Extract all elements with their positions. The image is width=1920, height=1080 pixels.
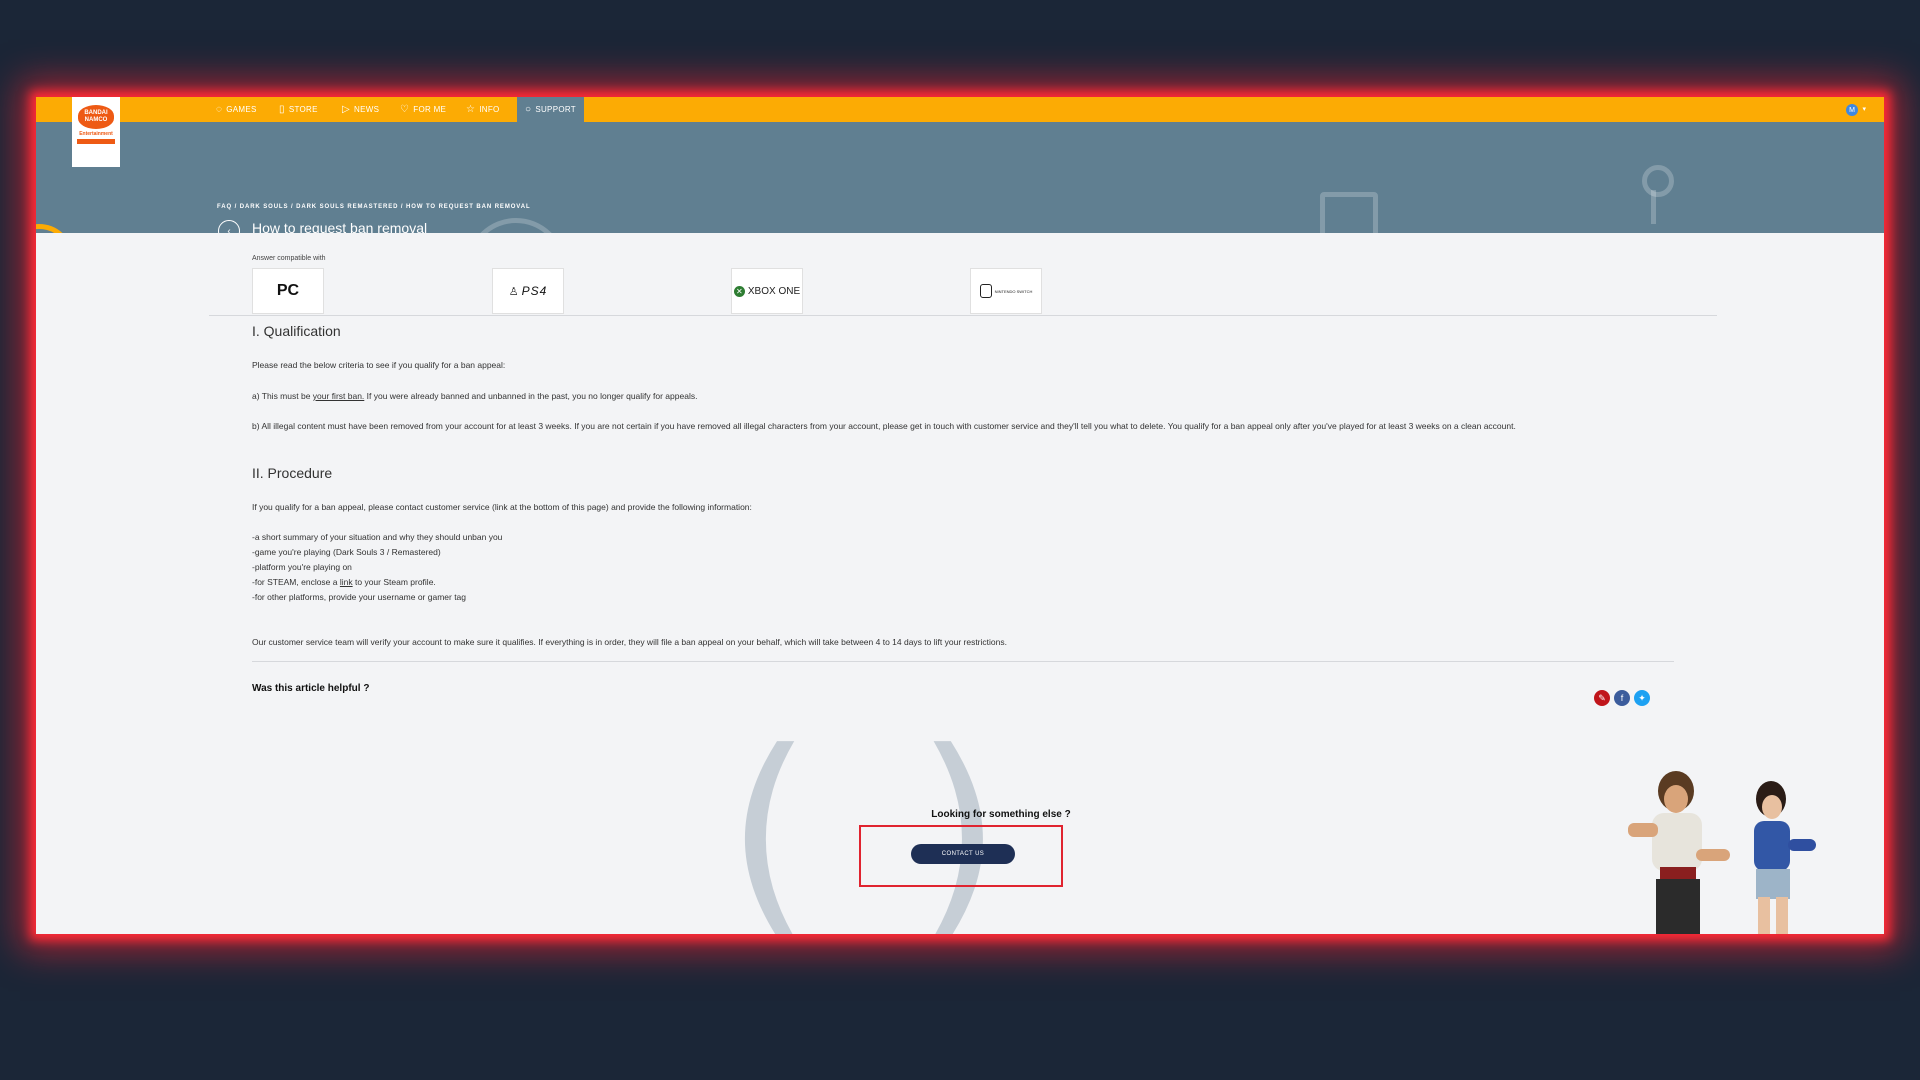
back-button[interactable]: ‹ xyxy=(218,220,240,233)
logo-bar xyxy=(77,139,115,144)
user-avatar[interactable]: M xyxy=(1846,104,1858,116)
nav-for-me-label: FOR ME xyxy=(413,105,447,114)
platform-ps4: ♙ PS4 xyxy=(492,268,564,314)
top-navigation: ◌ GAMES ▯ STORE ▷ NEWS ♡ FOR ME ☆ INFO ○… xyxy=(36,97,1884,122)
qualification-criterion-a: a) This must be your first ban. If you w… xyxy=(252,391,698,401)
link-icon: ✎ xyxy=(1598,692,1606,703)
platform-xbox-one: ✕ XBOX ONE xyxy=(731,268,803,314)
procedure-intro: If you qualify for a ban appeal, please … xyxy=(252,502,752,512)
nav-games-label: GAMES xyxy=(226,105,257,114)
character-female xyxy=(1754,781,1816,934)
section-qualification-title: I. Qualification xyxy=(252,323,341,339)
compat-label: Answer compatible with xyxy=(252,255,326,262)
platform-switch: NINTENDO SWITCH xyxy=(970,268,1042,314)
ps4-logo: PS4 xyxy=(521,284,548,298)
xbox-icon: ✕ xyxy=(733,285,745,297)
store-icon: ▯ xyxy=(279,103,285,115)
breadcrumb[interactable]: FAQ / DARK SOULS / DARK SOULS REMASTERED… xyxy=(217,204,531,210)
looking-for-something-else: Looking for something else ? xyxy=(931,809,1071,820)
star-icon: ☆ xyxy=(466,103,476,115)
games-icon: ◌ xyxy=(216,103,223,115)
share-link-button[interactable]: ✎ xyxy=(1594,690,1610,706)
xbox-one-logo: XBOX ONE xyxy=(747,285,801,297)
share-twitter-button[interactable]: ✦ xyxy=(1634,690,1650,706)
decorative-arc xyxy=(1878,224,1884,233)
decorative-arc xyxy=(36,224,74,233)
chevron-down-icon[interactable]: ▾ xyxy=(1862,105,1866,113)
platform-pc: PC xyxy=(252,268,324,314)
decorative-arc xyxy=(466,218,566,233)
browser-viewport: ◌ GAMES ▯ STORE ▷ NEWS ♡ FOR ME ☆ INFO ○… xyxy=(36,97,1884,934)
heart-icon: ♡ xyxy=(400,103,410,115)
first-ban-link[interactable]: your first ban. xyxy=(313,391,365,401)
nav-info[interactable]: ☆ INFO xyxy=(466,97,500,122)
logo-badge: BANDAI NAMCO xyxy=(78,105,114,129)
nav-support-label: SUPPORT xyxy=(535,105,576,114)
procedure-item: -for STEAM, enclose a link to your Steam… xyxy=(252,577,436,587)
page-header: FAQ / DARK SOULS / DARK SOULS REMASTERED… xyxy=(36,122,1884,233)
share-facebook-button[interactable]: f xyxy=(1614,690,1630,706)
nav-for-me[interactable]: ♡ FOR ME xyxy=(400,97,446,122)
decorative-joystick-stick xyxy=(1651,190,1656,224)
nav-news[interactable]: ▷ NEWS xyxy=(342,97,379,122)
support-icon: ○ xyxy=(525,103,532,115)
chevron-left-icon: ‹ xyxy=(227,225,231,234)
nav-games[interactable]: ◌ GAMES xyxy=(216,97,257,122)
steam-profile-link[interactable]: link xyxy=(340,577,353,587)
nav-store[interactable]: ▯ STORE xyxy=(279,97,318,122)
character-male xyxy=(1628,771,1730,934)
page-title: How to request ban removal xyxy=(252,220,428,233)
procedure-item: -a short summary of your situation and w… xyxy=(252,532,503,542)
bandai-namco-logo[interactable]: BANDAI NAMCO Entertainment xyxy=(72,97,120,167)
contact-us-button[interactable]: CONTACT US xyxy=(911,844,1015,864)
procedure-item: -game you're playing (Dark Souls 3 / Rem… xyxy=(252,547,441,557)
decorative-joystick-icon xyxy=(1642,165,1674,197)
tekken-characters-image xyxy=(1628,771,1816,934)
qualification-intro: Please read the below criteria to see if… xyxy=(252,360,506,370)
switch-icon xyxy=(979,284,992,298)
news-icon: ▷ xyxy=(342,103,350,115)
nav-support[interactable]: ○ SUPPORT xyxy=(517,97,584,122)
qualification-criterion-b: b) All illegal content must have been re… xyxy=(252,421,1516,431)
logo-subtitle: Entertainment xyxy=(79,131,113,137)
facebook-icon: f xyxy=(1620,693,1624,703)
section-procedure-title: II. Procedure xyxy=(252,465,333,481)
nav-info-label: INFO xyxy=(479,105,500,114)
divider xyxy=(252,661,1674,662)
twitter-icon: ✦ xyxy=(1638,692,1646,703)
procedure-item: -platform you're playing on xyxy=(252,562,352,572)
helpful-question: Was this article helpful ? xyxy=(252,683,370,694)
procedure-item: -for other platforms, provide your usern… xyxy=(252,592,467,602)
nav-store-label: STORE xyxy=(288,105,318,114)
nav-news-label: NEWS xyxy=(354,105,380,114)
switch-logo: NINTENDO SWITCH xyxy=(994,288,1033,294)
divider xyxy=(209,315,1717,316)
procedure-outro: Our customer service team will verify yo… xyxy=(252,637,1007,647)
decorative-bracket-left: ( xyxy=(726,704,812,934)
decorative-phone-icon xyxy=(1320,192,1378,233)
pc-logo: PC xyxy=(276,282,300,299)
playstation-icon: ♙ xyxy=(508,285,519,298)
